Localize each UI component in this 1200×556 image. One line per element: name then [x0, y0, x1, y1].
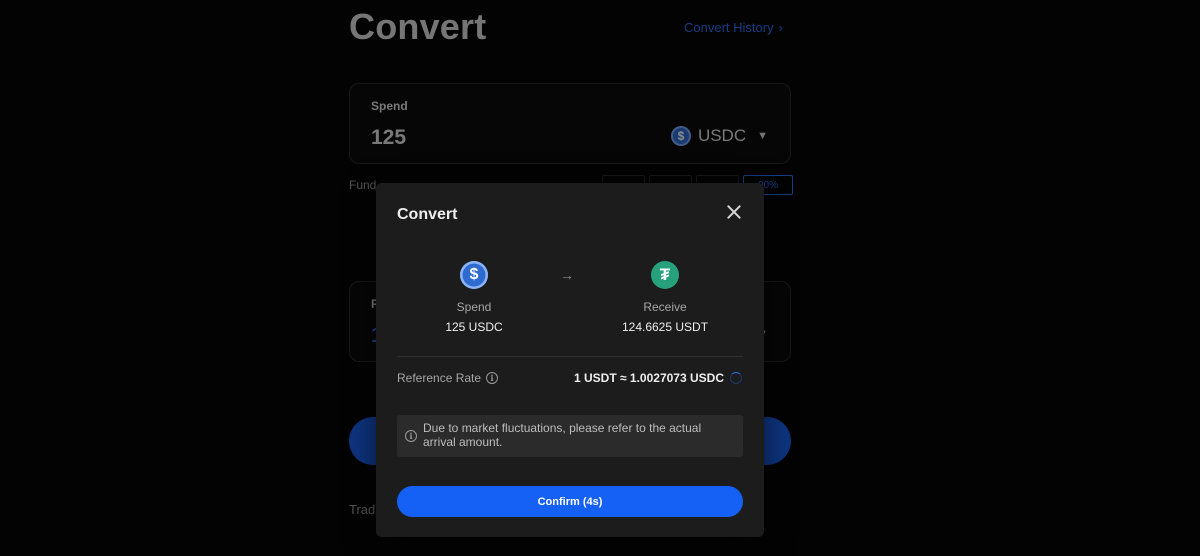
- reference-rate-label: Reference Rate i: [397, 371, 499, 385]
- modal-spend-label: Spend: [456, 300, 492, 314]
- modal-receive-label: Receive: [643, 300, 687, 314]
- info-icon[interactable]: i: [486, 372, 499, 384]
- reference-rate-value: 1 USDT ≈ 1.0027073 USDC: [574, 371, 724, 385]
- modal-spend-summary: $ Spend 125 USDC: [394, 261, 554, 334]
- confirm-button[interactable]: Confirm (4s): [397, 486, 743, 517]
- modal-receive-value: 124.6625 USDT: [621, 320, 709, 334]
- modal-spend-value: 125 USDC: [445, 320, 503, 334]
- convert-confirm-modal: Convert $ Spend 125 USDC → ₮ Receive 124…: [376, 183, 764, 537]
- modal-title: Convert: [397, 206, 458, 223]
- usdt-coin-icon: ₮: [651, 261, 679, 289]
- modal-receive-summary: ₮ Receive 124.6625 USDT: [585, 261, 745, 334]
- usdc-coin-icon: $: [460, 261, 488, 289]
- reference-rate-text: Reference Rate: [397, 371, 482, 385]
- loading-spinner-icon: [730, 372, 742, 384]
- info-icon: i: [405, 430, 417, 442]
- close-icon[interactable]: [724, 202, 744, 222]
- notice-text: Due to market fluctuations, please refer…: [423, 421, 702, 449]
- divider: [397, 356, 743, 357]
- market-fluctuation-notice: i Due to market fluctuations, please ref…: [397, 415, 743, 457]
- arrow-right-icon: →: [560, 267, 574, 283]
